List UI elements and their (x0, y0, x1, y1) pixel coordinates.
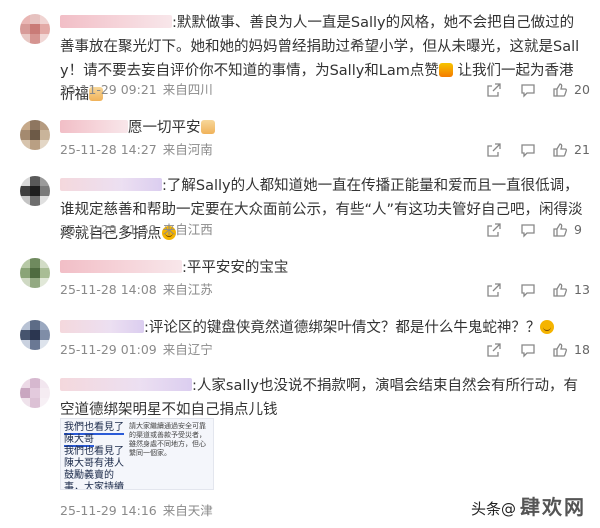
comment-actions: 20 (486, 82, 590, 98)
share-icon (487, 283, 501, 297)
attached-screenshot-image[interactable]: 我們也看見了陳大哥 我們也看見了陳大哥有港人鼓勵義賣的事，大家持續溫通了我送上愛… (60, 418, 214, 490)
avatar[interactable] (20, 320, 50, 350)
thumbs-up-icon (553, 223, 567, 237)
comment-date: 25-11-28 14:08 (60, 282, 157, 297)
comment-icon (521, 84, 535, 98)
avatar[interactable] (20, 120, 50, 150)
like-button[interactable]: 18 (552, 342, 592, 358)
comment-meta: 25-11-29 09:21 来自四川 (60, 82, 219, 98)
share-button[interactable] (486, 142, 502, 158)
watermark-prefix: 头条 (470, 500, 501, 518)
image-highlight-text: 我們也看見了陳大哥 (64, 422, 124, 447)
image-left-text: 我們也看見了陳大哥有港人鼓勵義賣的事，大家持續溫通了我送上愛與支持 (64, 446, 124, 490)
thumbs-up-icon (553, 283, 567, 297)
comment-body: 愿一切平安 (128, 120, 201, 136)
comment-icon (521, 284, 535, 298)
comment-date: 25-11-28 14:27 (60, 142, 157, 157)
smile-emoji-icon (540, 320, 555, 334)
image-text-left: 我們也看見了陳大哥 我們也看見了陳大哥有港人鼓勵義賣的事，大家持續溫通了我送上愛… (64, 422, 124, 490)
share-button[interactable] (486, 282, 502, 298)
comment-location: 来自江西 (162, 222, 213, 237)
like-button[interactable]: 13 (552, 282, 592, 298)
username-blurred[interactable] (60, 15, 172, 28)
image-text-right: 請大家繼續通過安全可靠的渠道或善款予受災者，雖然身處不同地方，但心繫同一個家。 (129, 422, 211, 458)
thumbs-up-icon (553, 143, 567, 157)
watermark-at: @ (501, 500, 516, 518)
comment-actions: 18 (486, 342, 590, 358)
comment-actions: 21 (486, 142, 590, 158)
comment-icon (521, 144, 535, 158)
username-blurred[interactable] (60, 260, 182, 273)
comment-icon (521, 224, 535, 238)
reply-button[interactable] (520, 142, 536, 158)
comment-date: 25-11-29 14:16 (60, 503, 157, 518)
comment-actions: 9 (486, 222, 586, 238)
reply-button[interactable] (520, 282, 536, 298)
image-right-text: 請大家繼續通過安全可靠的渠道或善款予受災者，雖然身處不同地方，但心繫同一個家。 (129, 422, 206, 457)
avatar[interactable] (20, 258, 50, 288)
thumbs-up-icon (553, 343, 567, 357)
comment-location: 来自四川 (162, 82, 213, 97)
comment-text: :人家sally也没说不捐款啊，演唱会结束自然会有所行动，有空道德绑架明星不如自… (60, 374, 585, 422)
like-count: 21 (574, 142, 590, 157)
comment-body: :评论区的键盘侠竟然道德绑架叶倩文？都是什么牛鬼蛇神？？ (144, 320, 541, 336)
username-blurred[interactable] (60, 320, 144, 333)
share-icon (487, 83, 501, 97)
avatar[interactable] (20, 378, 50, 408)
like-count: 18 (574, 342, 590, 357)
share-button[interactable] (486, 82, 502, 98)
like-button[interactable]: 20 (552, 82, 592, 98)
username-blurred[interactable] (60, 178, 162, 191)
comment-meta: 25-11-29 11:59 来自江西 (60, 222, 219, 238)
watermark: 头条@ 肆欢网 (466, 489, 590, 522)
comment-location: 来自天津 (162, 503, 213, 518)
comment-actions: 13 (486, 282, 590, 298)
comment-text: 愿一切平安 (60, 116, 585, 140)
share-button[interactable] (486, 342, 502, 358)
fire-emoji-icon (438, 63, 453, 77)
share-button[interactable] (486, 222, 502, 238)
like-button[interactable]: 9 (552, 222, 592, 238)
comment-body: :平平安安的宝宝 (182, 260, 289, 276)
comment-meta: 25-11-28 14:27 来自河南 (60, 142, 219, 158)
like-button[interactable]: 21 (552, 142, 592, 158)
comment-meta: 25-11-29 01:09 来自辽宁 (60, 342, 219, 358)
username-blurred[interactable] (60, 120, 128, 133)
comment-location: 来自江苏 (162, 282, 213, 297)
reply-button[interactable] (520, 222, 536, 238)
share-icon (487, 143, 501, 157)
reply-button[interactable] (520, 82, 536, 98)
avatar[interactable] (20, 14, 50, 44)
share-icon (487, 343, 501, 357)
comment-text: :平平安安的宝宝 (60, 256, 585, 280)
share-icon (487, 223, 501, 237)
like-count: 13 (574, 282, 590, 297)
like-count: 9 (574, 222, 582, 237)
comment-date: 25-11-29 09:21 (60, 82, 157, 97)
reply-button[interactable] (520, 342, 536, 358)
pray-emoji-icon (200, 120, 215, 134)
comment-text: :评论区的键盘侠竟然道德绑架叶倩文？都是什么牛鬼蛇神？？ (60, 316, 585, 340)
username-blurred[interactable] (60, 378, 192, 391)
comment-date: 25-11-29 11:59 (60, 222, 157, 237)
comment-date: 25-11-29 01:09 (60, 342, 157, 357)
comment-icon (521, 344, 535, 358)
watermark-brand: 肆欢网 (520, 495, 586, 519)
comment-location: 来自河南 (162, 142, 213, 157)
comment-location: 来自辽宁 (162, 342, 213, 357)
avatar[interactable] (20, 176, 50, 206)
thumbs-up-icon (553, 83, 567, 97)
comment-meta: 25-11-28 14:08 来自江苏 (60, 282, 219, 298)
comment-meta: 25-11-29 14:16 来自天津 (60, 503, 219, 519)
like-count: 20 (574, 82, 590, 97)
